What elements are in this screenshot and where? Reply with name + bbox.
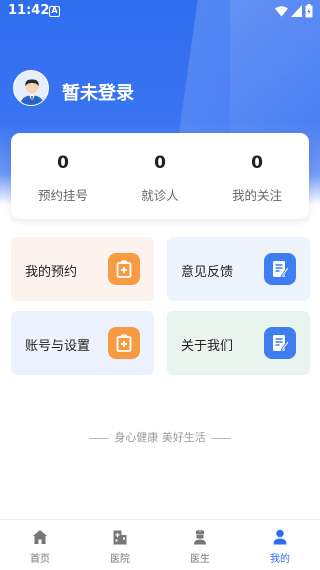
stats-card: 0 预约挂号 0 就诊人 0 我的关注 (11, 133, 309, 219)
hospital-icon (113, 530, 127, 545)
notification-icon: A (49, 6, 60, 17)
stat-label: 预约挂号 (37, 188, 88, 203)
tab-label: 我的 (270, 554, 290, 565)
menu-about-us[interactable]: 关于我们 (167, 311, 310, 375)
menu-label: 关于我们 (181, 339, 234, 354)
medical-kit-icon (108, 253, 140, 285)
menu-my-appointments[interactable]: 我的预约 (11, 237, 154, 301)
stat-label: 我的关注 (231, 188, 282, 203)
tab-home[interactable]: 首页 (0, 520, 80, 570)
home-icon (33, 530, 47, 544)
avatar[interactable] (13, 70, 49, 106)
bottom-tab-bar: 首页 医院 医生 我的 (0, 519, 320, 570)
status-time: 11:42 (8, 3, 50, 18)
stat-count: 0 (57, 153, 69, 173)
menu-label: 账号与设置 (25, 339, 91, 354)
tab-label: 医生 (190, 554, 210, 565)
edit-note-icon (264, 327, 296, 359)
status-bar: 11:42 A (0, 0, 320, 24)
user-icon (273, 529, 287, 545)
doctor-icon (194, 530, 206, 545)
stat-label: 就诊人 (141, 188, 179, 203)
divider (211, 437, 232, 439)
tab-label: 首页 (30, 554, 50, 565)
medical-kit-icon (108, 327, 140, 359)
slogan: 身心健康 美好生活 (0, 429, 320, 445)
tab-hospital[interactable]: 医院 (80, 520, 160, 570)
profile-screen: 11:42 A 暂未登录 0 预约挂号 0 就诊人 0 我的关注 我的预约 意见… (0, 0, 320, 570)
battery-icon (305, 4, 313, 18)
edit-note-icon (264, 253, 296, 285)
stat-count: 0 (251, 153, 263, 173)
tab-doctor[interactable]: 医生 (160, 520, 240, 570)
signal-icon (291, 5, 302, 17)
menu-feedback[interactable]: 意见反馈 (167, 237, 310, 301)
menu-account-settings[interactable]: 账号与设置 (11, 311, 154, 375)
divider (88, 437, 109, 439)
menu-label: 意见反馈 (181, 265, 234, 280)
wifi-icon (275, 6, 288, 17)
stat-count: 0 (154, 153, 166, 173)
tab-label: 医院 (110, 554, 130, 565)
tab-mine[interactable]: 我的 (240, 520, 320, 570)
slogan-text: 身心健康 美好生活 (114, 431, 206, 444)
login-status-title[interactable]: 暂未登录 (62, 79, 134, 105)
menu-label: 我的预约 (25, 265, 78, 280)
